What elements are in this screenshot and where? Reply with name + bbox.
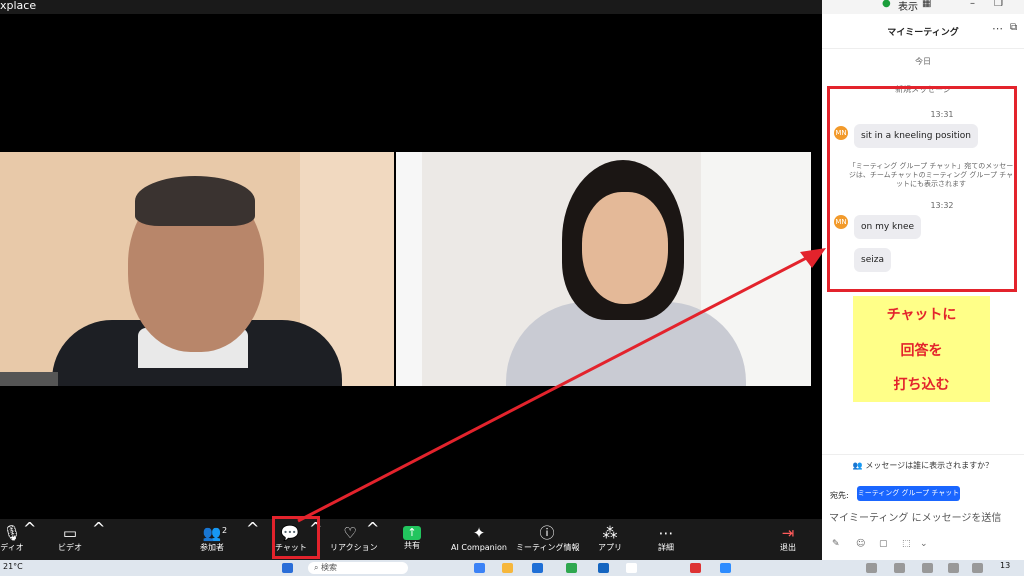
more-label: 詳細 [658, 543, 674, 552]
emoji-icon[interactable]: ☺ [856, 539, 865, 549]
screenshot-icon[interactable]: ⬚ [902, 539, 911, 549]
leave-label: 退出 [780, 543, 796, 552]
tray-icon[interactable] [866, 563, 877, 573]
format-icon[interactable]: ✎ [832, 539, 840, 549]
audio-label: ディオ [0, 543, 24, 552]
weather-temperature[interactable]: 21°C [3, 562, 23, 571]
tray-icon[interactable] [894, 563, 905, 573]
more-button[interactable]: ⋯ 詳細 [652, 519, 680, 560]
ai-companion-label: AI Companion [451, 543, 507, 552]
participants-caret-icon[interactable]: ^ [246, 519, 259, 560]
tray-icon[interactable] [922, 563, 933, 573]
video-stage [0, 14, 822, 519]
popout-icon[interactable]: ⧉ [1010, 22, 1017, 33]
annotation-line-3: 打ち込む [893, 377, 950, 393]
explorer-icon[interactable] [502, 563, 513, 573]
visibility-link[interactable]: 👥 メッセージは誰に表示されますか？ [822, 460, 1024, 471]
apps-label: アプリ [598, 543, 622, 552]
minimize-icon[interactable]: – [970, 0, 975, 9]
participant-1-namebar [0, 372, 58, 386]
participant-video-1[interactable] [0, 152, 394, 386]
heart-icon: ♡ [343, 524, 357, 542]
reactions-label: リアクション [330, 543, 378, 552]
microphone-icon: 🎙 [2, 524, 22, 542]
participant-2-face [582, 192, 668, 304]
search-icon: ⌕ [314, 563, 319, 572]
chrome-icon[interactable] [690, 563, 701, 573]
sparkle-icon: ✦ [472, 524, 486, 542]
store-icon[interactable] [532, 563, 543, 573]
reactions-caret-icon[interactable]: ^ [366, 519, 379, 560]
audio-button[interactable]: 🎙 ディオ [0, 519, 24, 560]
chat-more-icon[interactable]: ⋯ [992, 22, 1003, 35]
annotation-line-2: 回答を [900, 343, 943, 359]
recipient-dropdown[interactable]: ミーティング グループ チャット ⌄ [857, 486, 960, 512]
more-options-chevron-icon[interactable]: ⌄ [920, 539, 928, 549]
search-placeholder: 検索 [321, 563, 338, 572]
zoom-icon[interactable] [720, 563, 731, 573]
apps-icon: ⁂ [602, 524, 618, 542]
top-right-bar: ● 表示 ▦ – ❐ [822, 0, 1024, 14]
participants-label: 参加者 [200, 543, 224, 552]
chat-button-highlight [272, 516, 320, 559]
recipient-value: ミーティング グループ チャット [857, 489, 960, 497]
meeting-info-label: ミーティング情報 [516, 543, 580, 552]
video-button[interactable]: ▭ ビデオ [52, 519, 88, 560]
window-titlebar: xplace [0, 0, 822, 14]
edge-icon[interactable] [566, 563, 577, 573]
camera-icon: ▭ [62, 524, 78, 542]
shield-check-icon: ● [882, 0, 891, 9]
divider [822, 454, 1024, 455]
tray-icon[interactable] [972, 563, 983, 573]
leave-button[interactable]: ⇥ 退出 [774, 519, 802, 560]
recipient-label: 宛先: [830, 491, 849, 500]
meeting-info-button[interactable]: ⓘ ミーティング情報 [516, 519, 580, 560]
video-label: ビデオ [58, 543, 82, 552]
restore-icon[interactable]: ❐ [994, 0, 1003, 9]
tray-icon[interactable] [948, 563, 959, 573]
messages-highlight-box [827, 86, 1017, 292]
start-icon[interactable] [282, 563, 293, 573]
message-input[interactable]: マイミーティング にメッセージを送信 [829, 509, 1001, 524]
apps-button[interactable]: ⁂ アプリ [596, 519, 624, 560]
audio-caret-icon[interactable]: ^ [23, 519, 36, 560]
reactions-button[interactable]: ♡ リアクション [330, 519, 378, 560]
window-title: xplace [0, 0, 37, 12]
video-caret-icon[interactable]: ^ [92, 519, 105, 560]
clock[interactable]: 13 [1000, 561, 1010, 570]
file-icon[interactable]: ▢ [879, 539, 888, 549]
ai-companion-button[interactable]: ✦ AI Companion [450, 519, 508, 560]
visibility-label: メッセージは誰に表示されますか？ [865, 461, 994, 470]
grid-icon[interactable]: ▦ [922, 0, 931, 9]
participant-1-hair [135, 176, 255, 226]
app-icon[interactable] [598, 563, 609, 573]
annotation-callout: チャットに 回答を 打ち込む [853, 296, 990, 402]
os-taskbar: 21°C ⌕ 検索 13 [0, 560, 1024, 576]
view-button[interactable]: 表示 [898, 0, 918, 13]
share-button[interactable]: ↑ 共有 [398, 519, 426, 560]
people-icon: 👥 [852, 461, 866, 470]
annotation-line-1: チャットに [886, 307, 957, 323]
app-icon[interactable] [626, 563, 637, 573]
meeting-toolbar: 🎙 ディオ ^ ▭ ビデオ ^ 👥 参加者 2 ^ 💬 チャット ^ ♡ リアク… [0, 519, 822, 560]
chat-header: マイミーティング ⋯ ⧉ [822, 14, 1024, 49]
exit-icon: ⇥ [781, 524, 795, 542]
participant-video-2[interactable] [396, 152, 811, 386]
share-label: 共有 [404, 541, 420, 550]
curtain-left [396, 152, 422, 386]
taskbar-search[interactable]: ⌕ 検索 [308, 562, 408, 574]
date-label: 今日 [915, 57, 931, 66]
info-icon: ⓘ [539, 524, 555, 542]
share-arrow-icon: ↑ [403, 526, 421, 540]
taskview-icon[interactable] [474, 563, 485, 573]
participants-count: 2 [222, 526, 228, 535]
ellipsis-icon: ⋯ [658, 524, 674, 542]
